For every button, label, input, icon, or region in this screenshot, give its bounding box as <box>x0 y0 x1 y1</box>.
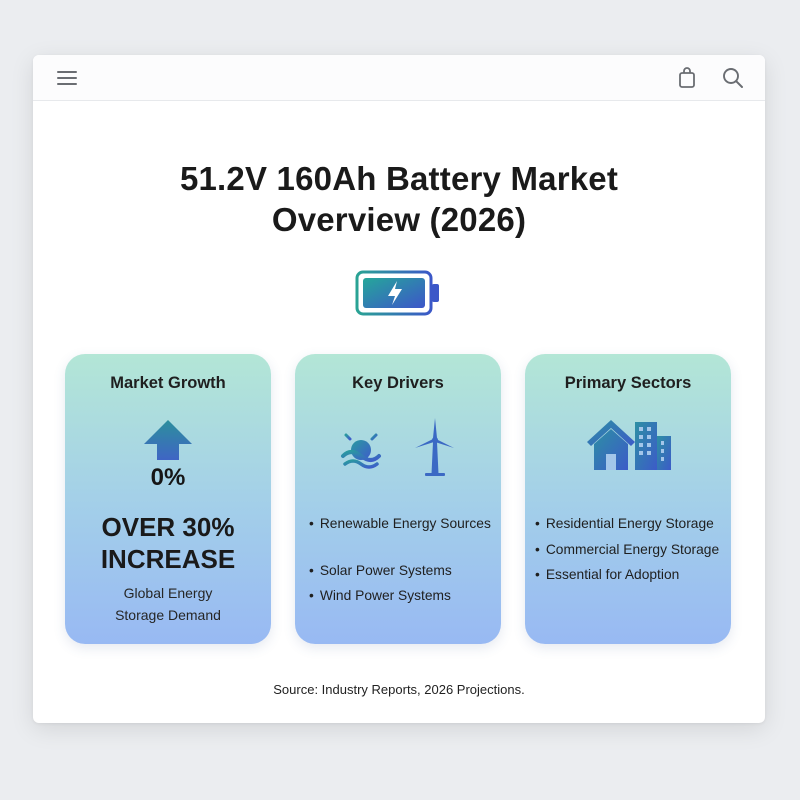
growth-headline-line2: INCREASE <box>100 544 236 574</box>
card-primary-sectors: Primary Sectors Residential E <box>525 354 731 644</box>
list-item: Renewable Energy Sources <box>309 516 491 531</box>
top-toolbar <box>33 55 765 101</box>
growth-headline: OVER 30% INCREASE <box>65 511 271 575</box>
card-title: Primary Sectors <box>564 374 692 392</box>
growth-subtitle-line1: Global Energy <box>123 585 213 601</box>
growth-subtitle-line2: Storage Demand <box>115 607 221 623</box>
page-title-line2: Overview (2026) <box>271 201 527 238</box>
app-window: 51.2V 160Ah Battery Market Overview (202… <box>33 55 765 723</box>
list-item: Solar Power Systems <box>309 563 452 578</box>
list-item: Commercial Energy Storage <box>535 542 719 557</box>
card-market-growth: Market Growth 0% OVER 30% INCREASE Globa… <box>65 354 271 644</box>
house-building-icon <box>587 420 671 470</box>
list-item: Essential for Adoption <box>535 567 679 582</box>
growth-headline-line1: OVER 30% <box>101 512 235 542</box>
page-title-line1: 51.2V 160Ah Battery Market <box>179 160 619 197</box>
search-icon[interactable] <box>721 66 745 90</box>
battery-charging-icon <box>355 270 439 316</box>
growth-subtitle: Global Energy Storage Demand <box>65 582 271 626</box>
list-item: Residential Energy Storage <box>535 516 714 531</box>
sun-icon <box>338 426 384 469</box>
source-note: Source: Industry Reports, 2026 Projectio… <box>273 682 525 697</box>
page-title: 51.2V 160Ah Battery Market Overview (202… <box>33 158 765 240</box>
shopping-bag-icon[interactable] <box>675 66 699 90</box>
card-title: Market Growth <box>110 374 226 392</box>
up-arrow-icon <box>144 420 192 460</box>
hamburger-menu-icon[interactable] <box>55 66 79 90</box>
growth-percent: 0% <box>150 464 186 491</box>
wind-turbine-icon <box>415 418 454 476</box>
card-key-drivers: Key Drivers • Renewable Energy Sources •… <box>295 354 501 644</box>
card-title: Key Drivers <box>352 374 444 392</box>
list-item: Wind Power Systems <box>309 588 451 603</box>
